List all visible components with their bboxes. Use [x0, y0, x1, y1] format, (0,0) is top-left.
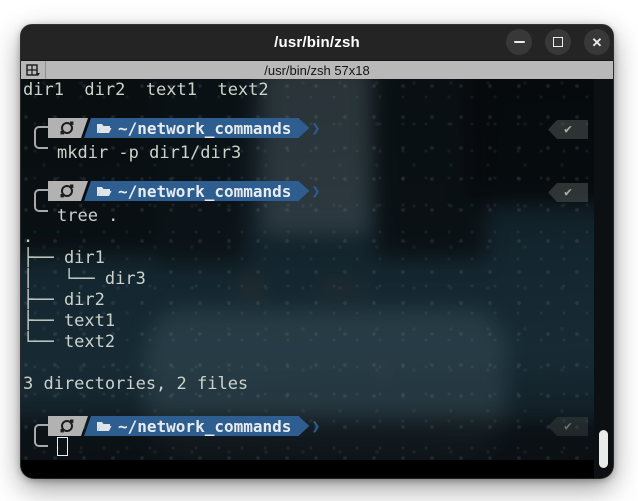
prompt-path: ~/network_commands — [118, 181, 292, 201]
checkmark-icon: ✔ — [564, 185, 572, 200]
close-icon: ✕ — [591, 34, 603, 50]
scrollbar-thumb[interactable] — [599, 430, 608, 468]
status-success-badge: ✔ — [548, 183, 588, 202]
prompt-path-segment: ~/network_commands — [84, 416, 300, 436]
prompt-os-segment — [48, 181, 88, 201]
prompt-bracket — [34, 189, 48, 212]
window-controls: ✕ — [506, 29, 610, 55]
prompt-path: ~/network_commands — [118, 118, 292, 138]
command-line: mkdir -p dir1/dir3 — [57, 143, 242, 163]
ls-output-line: dir1 dir2 text1 text2 — [23, 80, 269, 100]
tab-bar: /usr/bin/zsh 57x18 — [21, 61, 613, 79]
folder-open-icon — [97, 186, 112, 196]
prompt-path-segment: ~/network_commands — [84, 181, 300, 201]
terminal-screen[interactable]: dir1 dir2 text1 text2 ~/network_commands… — [21, 79, 613, 478]
command-line: tree . — [57, 206, 119, 226]
tree-output-line: │ └── dir3 — [23, 269, 146, 289]
minimize-button[interactable] — [506, 29, 532, 55]
maximize-button[interactable] — [545, 29, 571, 55]
prompt-bar: ~/network_commands ❯ — [48, 118, 320, 138]
status-success-badge: ✔ — [548, 417, 588, 436]
os-logo-icon — [59, 120, 75, 136]
chevron-right-icon: ❯ — [311, 416, 321, 435]
prompt-bar: ~/network_commands ❯ — [48, 416, 320, 436]
prompt-bracket — [34, 126, 48, 149]
powerline-arrow-icon — [298, 416, 310, 436]
chevron-right-icon: ❯ — [311, 118, 321, 137]
prompt-bracket — [34, 424, 48, 447]
checkmark-icon: ✔ — [564, 122, 572, 137]
tab-title[interactable]: /usr/bin/zsh 57x18 — [21, 63, 613, 78]
prompt-os-segment — [48, 416, 88, 436]
maximize-icon — [553, 37, 563, 47]
minimize-icon — [513, 41, 525, 43]
prompt-path-segment: ~/network_commands — [84, 118, 300, 138]
tree-output-line: . — [23, 227, 34, 247]
tree-output-line: └── text2 — [23, 332, 116, 352]
os-logo-icon — [59, 183, 75, 199]
checkmark-icon: ✔ — [564, 419, 572, 434]
powerline-arrow-icon — [298, 181, 310, 201]
terminal-window: /usr/bin/zsh ✕ /usr/bin/zsh 57x18 dir1 d… — [21, 25, 613, 478]
chevron-right-icon: ❯ — [311, 181, 321, 200]
powerline-arrow-icon — [298, 118, 310, 138]
title-bar[interactable]: /usr/bin/zsh ✕ — [21, 25, 613, 61]
window-title: /usr/bin/zsh — [274, 34, 360, 51]
os-logo-icon — [59, 418, 75, 434]
tree-output-line: ├── text1 — [23, 311, 116, 331]
tree-summary-line: 3 directories, 2 files — [23, 374, 249, 394]
prompt-path: ~/network_commands — [118, 416, 292, 436]
terminal-content: dir1 dir2 text1 text2 ~/network_commands… — [21, 79, 594, 460]
folder-open-icon — [97, 123, 112, 133]
scrollbar-track[interactable] — [594, 79, 613, 478]
close-button[interactable]: ✕ — [584, 29, 610, 55]
prompt-os-segment — [48, 118, 88, 138]
tree-output-line: ├── dir1 — [23, 248, 105, 268]
tree-output-line: ├── dir2 — [23, 290, 105, 310]
terminal-cursor — [57, 437, 68, 456]
prompt-bar: ~/network_commands ❯ — [48, 181, 320, 201]
folder-open-icon — [97, 421, 112, 431]
status-success-badge: ✔ — [548, 120, 588, 139]
